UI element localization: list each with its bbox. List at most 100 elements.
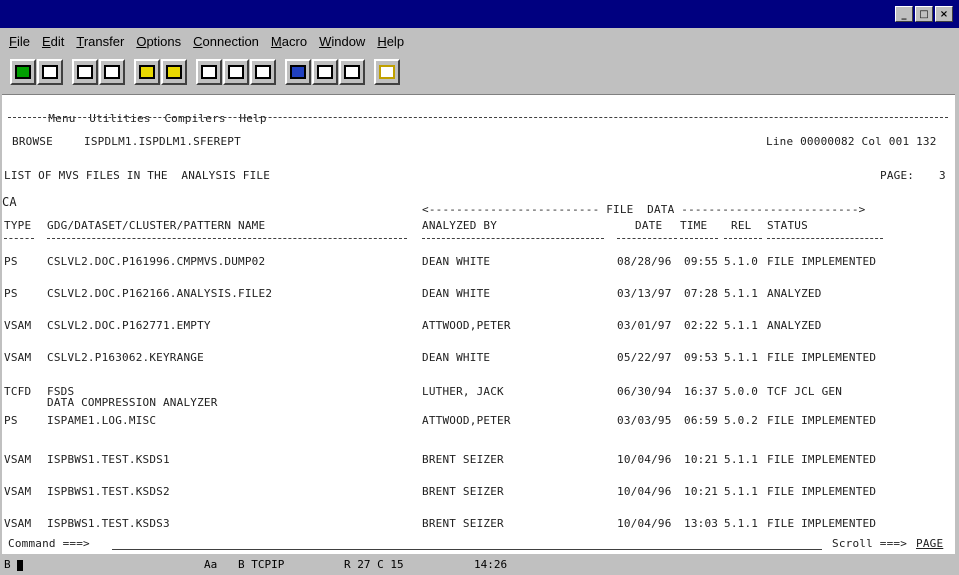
row-date: 03/01/97 (617, 319, 672, 332)
ispf-menu-help[interactable]: Help (239, 112, 266, 125)
maximize-button[interactable]: □ (915, 6, 933, 22)
row-status: ANALYZED (767, 319, 822, 332)
copy-icon[interactable] (72, 59, 98, 85)
row-rel: 5.1.1 (724, 351, 759, 364)
col-status: STATUS (767, 219, 808, 232)
close-button[interactable]: × (935, 6, 953, 22)
row-status: FILE IMPLEMENTED (767, 351, 877, 364)
row-rel: 5.0.2 (724, 414, 759, 427)
row-status: FILE IMPLEMENTED (767, 414, 877, 427)
file-data-header: <------------------------- FILE DATA ---… (422, 203, 866, 216)
scroll-label: Scroll ===> (832, 537, 908, 550)
display-setup-icon[interactable] (312, 59, 338, 85)
underline-type (4, 238, 34, 239)
color-icon[interactable] (285, 59, 311, 85)
menu-transfer[interactable]: Transfer (76, 34, 124, 49)
playback-icon[interactable] (250, 59, 276, 85)
cursor-position: R 27 C 15 (344, 558, 404, 571)
title-bar: _ □ × (0, 0, 959, 28)
terminal-screen[interactable]: Menu Utilities Compilers Help BROWSE ISP… (2, 94, 955, 554)
underline-analyzed (422, 238, 604, 239)
row-type: VSAM (4, 453, 32, 466)
session-name: B TCPIP (238, 558, 285, 571)
menu-bar: File Edit Transfer Options Connection Ma… (0, 30, 959, 52)
session-indicator-letter: B (4, 558, 11, 571)
row-time: 06:59 (684, 414, 719, 427)
menu-window[interactable]: Window (319, 34, 365, 49)
print-icon[interactable] (37, 59, 63, 85)
paste-icon[interactable] (99, 59, 125, 85)
row-type: VSAM (4, 485, 32, 498)
row-rel: 5.1.1 (724, 319, 759, 332)
row-status: FILE IMPLEMENTED (767, 517, 877, 530)
row-time: 10:21 (684, 485, 719, 498)
command-label: Command ===> (8, 537, 90, 550)
row-status: FILE IMPLEMENTED (767, 255, 877, 268)
row-rel: 5.1.1 (724, 453, 759, 466)
row-rel: 5.1.1 (724, 287, 759, 300)
menu-connection[interactable]: Connection (193, 34, 259, 49)
row-dataset-name: ISPBWS1.TEST.KSDS2 (47, 485, 170, 498)
row-dataset-name: CSLVL2.P163062.KEYRANGE (47, 351, 204, 364)
col-time: TIME (680, 219, 708, 232)
row-date: 05/22/97 (617, 351, 672, 364)
record-icon[interactable] (223, 59, 249, 85)
ispf-menu-compilers[interactable]: Compilers (164, 112, 225, 125)
row-analyzed-by: BRENT SEIZER (422, 453, 504, 466)
receive-file-icon[interactable] (134, 59, 160, 85)
menu-file[interactable]: File (9, 34, 30, 49)
divider (8, 117, 948, 118)
row-type: VSAM (4, 351, 32, 364)
row-dataset-name: CSLVL2.DOC.P161996.CMPMVS.DUMP02 (47, 255, 266, 268)
row-rel: 5.1.1 (724, 485, 759, 498)
row-date: 06/30/94 (617, 385, 672, 398)
menu-options[interactable]: Options (136, 34, 181, 49)
menu-help[interactable]: Help (377, 34, 404, 49)
row-time: 16:37 (684, 385, 719, 398)
col-date: DATE (635, 219, 663, 232)
col-rel: REL (731, 219, 752, 232)
row-status: FILE IMPLEMENTED (767, 453, 877, 466)
row-analyzed-by: DEAN WHITE (422, 255, 491, 268)
row-dataset-name: ISPBWS1.TEST.KSDS1 (47, 453, 170, 466)
help-icon[interactable] (374, 59, 400, 85)
report-title: LIST OF MVS FILES IN THE ANALYSIS FILE (4, 169, 271, 182)
row-analyzed-by: DEAN WHITE (422, 351, 491, 364)
col-type: TYPE (4, 219, 32, 232)
row-time: 02:22 (684, 319, 719, 332)
row-type: PS (4, 255, 18, 268)
row-rel: 5.1.1 (724, 517, 759, 530)
row-type: PS (4, 287, 18, 300)
row-dataset-name: CSLVL2.DOC.P162771.EMPTY (47, 319, 211, 332)
row-analyzed-by: LUTHER, JACK (422, 385, 504, 398)
browse-dataset: ISPDLM1.ISPDLM1.SFEREPT (84, 135, 241, 148)
menu-edit[interactable]: Edit (42, 34, 64, 49)
quick-macro-icon[interactable] (196, 59, 222, 85)
row-time: 10:21 (684, 453, 719, 466)
session-indicator: B (4, 558, 24, 571)
row-status: ANALYZED (767, 287, 822, 300)
row-time: 07:28 (684, 287, 719, 300)
row-analyzed-by: BRENT SEIZER (422, 485, 504, 498)
send-file-icon[interactable] (161, 59, 187, 85)
ispf-menu-menu[interactable]: Menu (48, 112, 75, 125)
send-screen-icon[interactable] (10, 59, 36, 85)
row-dataset-name: CSLVL2.DOC.P162166.ANALYSIS.FILE2 (47, 287, 273, 300)
command-input[interactable] (112, 537, 822, 550)
group-code: CA (2, 195, 17, 209)
menu-macro[interactable]: Macro (271, 34, 307, 49)
row-dataset-name: ISPAME1.LOG.MISC (47, 414, 157, 427)
minimize-button[interactable]: _ (895, 6, 913, 22)
clock: 14:26 (474, 558, 508, 571)
row-type: PS (4, 414, 18, 427)
underline-time (680, 238, 718, 239)
row-time: 09:55 (684, 255, 719, 268)
row-date: 08/28/96 (617, 255, 672, 268)
browse-label: BROWSE (12, 135, 53, 148)
ispf-menu-utilities[interactable]: Utilities (89, 112, 150, 125)
row-type: VSAM (4, 517, 32, 530)
block-cursor-icon (17, 559, 24, 571)
clear-icon[interactable] (339, 59, 365, 85)
scroll-input[interactable]: PAGE (916, 537, 943, 550)
row-type: TCFD (4, 385, 32, 398)
